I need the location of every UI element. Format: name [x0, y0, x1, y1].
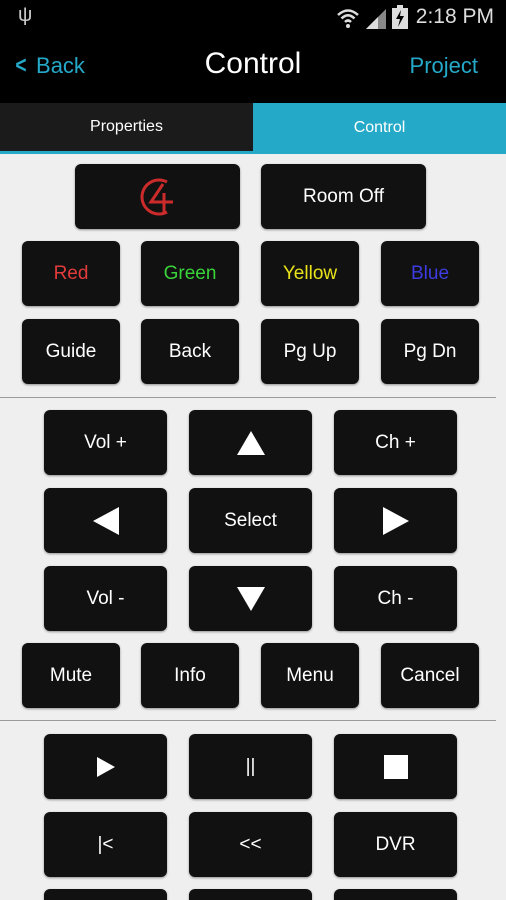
select-button[interactable]: Select	[189, 488, 312, 553]
tab-bar: Properties Control	[0, 103, 506, 153]
volume-down-button[interactable]: Vol -	[44, 566, 167, 631]
back-button[interactable]: Back	[141, 319, 239, 384]
dvr-button[interactable]: DVR	[334, 812, 457, 877]
volume-up-button[interactable]: Vol +	[44, 410, 167, 475]
pause-button[interactable]: ||	[189, 734, 312, 799]
skip-back-button[interactable]: |<	[44, 812, 167, 877]
mute-button[interactable]: Mute	[22, 643, 120, 708]
next-row-button[interactable]	[44, 889, 167, 900]
menu-button[interactable]: Menu	[261, 643, 359, 708]
yellow-button[interactable]: Yellow	[261, 241, 359, 306]
down-arrow-button[interactable]	[189, 566, 312, 631]
section-divider	[0, 397, 496, 398]
stop-button[interactable]	[334, 734, 457, 799]
page-down-button[interactable]: Pg Dn	[381, 319, 479, 384]
status-bar: ψ 2:18 PM	[0, 0, 506, 33]
left-arrow-button[interactable]	[44, 488, 167, 553]
next-row-button[interactable]	[334, 889, 457, 900]
channel-up-button[interactable]: Ch +	[334, 410, 457, 475]
room-off-button[interactable]: Room Off	[261, 164, 426, 229]
signal-icon	[366, 9, 386, 29]
play-icon	[96, 756, 115, 777]
arrow-left-icon	[92, 506, 119, 535]
project-button[interactable]: Project	[410, 53, 478, 79]
action-bar: < Back Control Project	[0, 33, 506, 103]
usb-icon: ψ	[18, 4, 33, 26]
control4-logo-icon	[140, 178, 173, 215]
status-time: 2:18 PM	[415, 5, 494, 28]
tab-underline	[0, 151, 506, 154]
cancel-button[interactable]: Cancel	[381, 643, 479, 708]
control4-logo-button[interactable]	[75, 164, 240, 229]
guide-button[interactable]: Guide	[22, 319, 120, 384]
tab-control[interactable]: Control	[253, 103, 506, 153]
battery-charging-icon	[392, 5, 408, 29]
info-button[interactable]: Info	[141, 643, 239, 708]
arrow-right-icon	[382, 506, 409, 535]
arrow-down-icon	[236, 586, 265, 611]
tab-properties[interactable]: Properties	[0, 103, 253, 153]
section-divider	[0, 720, 496, 721]
channel-down-button[interactable]: Ch -	[334, 566, 457, 631]
arrow-up-icon	[236, 430, 265, 455]
wifi-icon	[337, 9, 359, 28]
next-row-button[interactable]	[189, 889, 312, 900]
rewind-button[interactable]: <<	[189, 812, 312, 877]
up-arrow-button[interactable]	[189, 410, 312, 475]
green-button[interactable]: Green	[141, 241, 239, 306]
right-arrow-button[interactable]	[334, 488, 457, 553]
blue-button[interactable]: Blue	[381, 241, 479, 306]
red-button[interactable]: Red	[22, 241, 120, 306]
page-up-button[interactable]: Pg Up	[261, 319, 359, 384]
play-button[interactable]	[44, 734, 167, 799]
stop-icon	[383, 754, 408, 779]
